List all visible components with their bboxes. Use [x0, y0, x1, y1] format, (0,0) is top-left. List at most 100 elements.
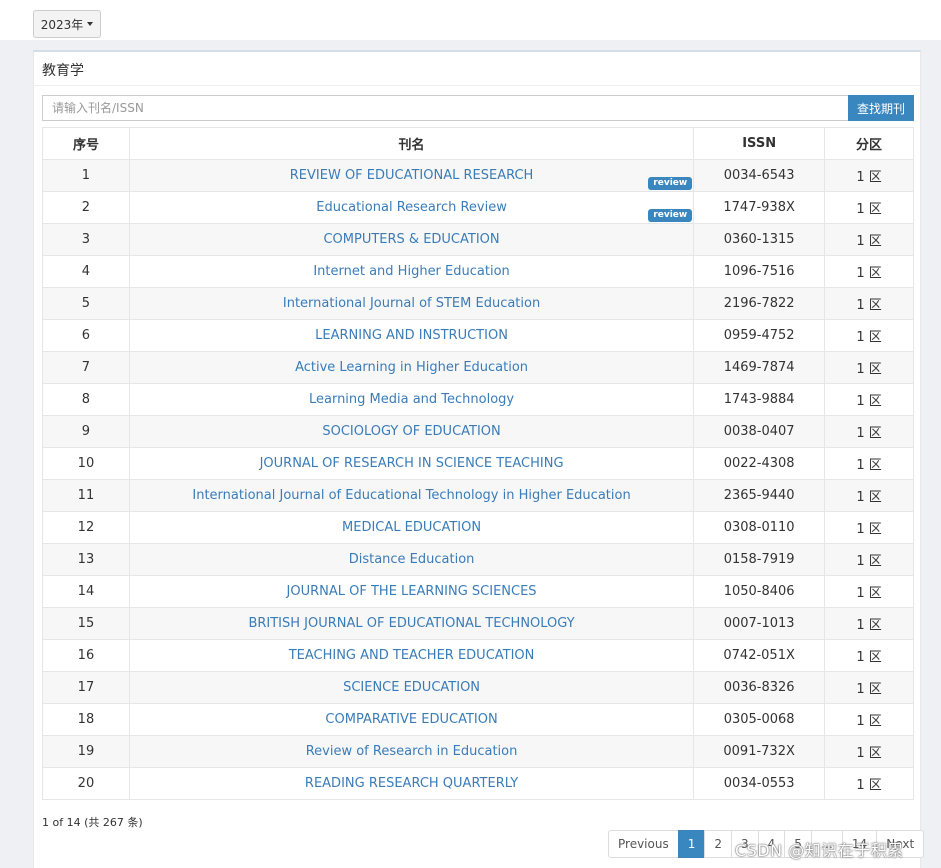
table-row: 3 COMPUTERS & EDUCATION 0360-1315 1 区	[42, 223, 914, 256]
pagination-previous-button[interactable]: Previous	[608, 830, 679, 858]
table-row: 16 TEACHING AND TEACHER EDUCATION 0742-051…	[42, 639, 914, 672]
table-row: 15 BRITISH JOURNAL OF EDUCATIONAL TECHNOL…	[42, 607, 914, 640]
cell-zone: 1 区	[824, 543, 914, 576]
cell-name: International Journal of STEM Education	[128, 287, 695, 320]
journal-link[interactable]: Active Learning in Higher Education	[295, 360, 528, 375]
cell-no: 2	[42, 191, 130, 224]
cell-no: 1	[42, 159, 130, 192]
cell-issn: 0034-6543	[693, 159, 826, 192]
cell-issn: 0038-0407	[693, 415, 826, 448]
cell-issn: 0007-1013	[693, 607, 826, 640]
cell-no: 17	[42, 671, 130, 704]
cell-zone: 1 区	[824, 767, 914, 800]
pagination-page-2[interactable]: 2	[704, 830, 732, 858]
cell-issn: 0305-0068	[693, 703, 826, 736]
cell-issn: 2365-9440	[693, 479, 826, 512]
table-body: 1 REVIEW OF EDUCATIONAL RESEARCH review 003…	[42, 159, 914, 800]
search-button[interactable]: 查找期刊	[848, 95, 914, 121]
journal-link[interactable]: Internet and Higher Education	[313, 264, 509, 279]
journal-link[interactable]: Educational Research Review	[316, 200, 507, 215]
journal-link[interactable]: Distance Education	[349, 552, 475, 567]
journal-link[interactable]: COMPUTERS & EDUCATION	[323, 232, 499, 247]
cell-issn: 1747-938X	[693, 191, 826, 224]
cell-no: 6	[42, 319, 130, 352]
table-row: 8 Learning Media and Technology 1743-9884 1…	[42, 383, 914, 416]
journal-link[interactable]: SOCIOLOGY OF EDUCATION	[322, 424, 500, 439]
cell-no: 18	[42, 703, 130, 736]
table-row: 7 Active Learning in Higher Education 1469…	[42, 351, 914, 384]
cell-zone: 1 区	[824, 511, 914, 544]
journal-link[interactable]: Learning Media and Technology	[309, 392, 514, 407]
panel-title: 教育学	[42, 63, 84, 79]
journal-link[interactable]: READING RESEARCH QUARTERLY	[305, 776, 518, 791]
header-zone[interactable]: 分区	[824, 127, 914, 160]
journal-link[interactable]: SCIENCE EDUCATION	[343, 680, 480, 695]
cell-zone: 1 区	[824, 607, 914, 640]
journal-link[interactable]: MEDICAL EDUCATION	[342, 520, 481, 535]
search-input[interactable]	[42, 95, 848, 121]
cell-no: 14	[42, 575, 130, 608]
journal-link[interactable]: REVIEW OF EDUCATIONAL RESEARCH	[290, 168, 534, 183]
journal-link[interactable]: International Journal of STEM Education	[283, 296, 540, 311]
cell-zone: 1 区	[824, 415, 914, 448]
cell-no: 13	[42, 543, 130, 576]
cell-issn: 0308-0110	[693, 511, 826, 544]
cell-name: SOCIOLOGY OF EDUCATION	[128, 415, 695, 448]
header-issn[interactable]: ISSN	[693, 127, 826, 160]
journal-link[interactable]: Review of Research in Education	[306, 744, 518, 759]
table-row: 20 READING RESEARCH QUARTERLY 0034-0553 1 区	[42, 767, 914, 800]
journal-link[interactable]: BRITISH JOURNAL OF EDUCATIONAL TECHNOLOG…	[248, 616, 574, 631]
cell-issn: 1469-7874	[693, 351, 826, 384]
header-no[interactable]: 序号	[42, 127, 130, 160]
cell-no: 4	[42, 255, 130, 288]
journal-link[interactable]: JOURNAL OF RESEARCH IN SCIENCE TEACHING	[260, 456, 564, 471]
table-header-row: 序号 刊名 ISSN 分区	[42, 127, 914, 160]
cell-issn: 0158-7919	[693, 543, 826, 576]
cell-zone: 1 区	[824, 703, 914, 736]
header-name[interactable]: 刊名	[128, 127, 695, 160]
pagination-info: 1 of 14 (共 267 条)	[42, 816, 143, 829]
cell-zone: 1 区	[824, 255, 914, 288]
cell-no: 3	[42, 223, 130, 256]
journal-link[interactable]: International Journal of Educational Tec…	[192, 488, 630, 503]
cell-no: 11	[42, 479, 130, 512]
cell-name: BRITISH JOURNAL OF EDUCATIONAL TECHNOLOG…	[128, 607, 695, 640]
cell-no: 16	[42, 639, 130, 672]
cell-zone: 1 区	[824, 351, 914, 384]
table-row: 4 Internet and Higher Education 1096-7516 1…	[42, 255, 914, 288]
journal-link[interactable]: LEARNING AND INSTRUCTION	[315, 328, 508, 343]
table-row: 19 Review of Research in Education 0091-73…	[42, 735, 914, 768]
table-row: 13 Distance Education 0158-7919 1 区	[42, 543, 914, 576]
cell-zone: 1 区	[824, 735, 914, 768]
journal-link[interactable]: TEACHING AND TEACHER EDUCATION	[289, 648, 535, 663]
cell-issn: 0360-1315	[693, 223, 826, 256]
journal-table: 序号 刊名 ISSN 分区 1 REVIEW OF EDUCATIONAL RES…	[42, 127, 914, 800]
cell-zone: 1 区	[824, 671, 914, 704]
table-row: 10 JOURNAL OF RESEARCH IN SCIENCE TEACHIN…	[42, 447, 914, 480]
cell-zone: 1 区	[824, 287, 914, 320]
journal-link[interactable]: JOURNAL OF THE LEARNING SCIENCES	[287, 584, 537, 599]
caret-down-icon	[87, 22, 94, 26]
journal-link[interactable]: COMPARATIVE EDUCATION	[325, 712, 497, 727]
cell-issn: 0034-0553	[693, 767, 826, 800]
year-dropdown[interactable]: 2023年	[33, 10, 101, 38]
cell-name: COMPARATIVE EDUCATION	[128, 703, 695, 736]
cell-name: COMPUTERS & EDUCATION	[128, 223, 695, 256]
cell-issn: 1743-9884	[693, 383, 826, 416]
table-row: 17 SCIENCE EDUCATION 0036-8326 1 区	[42, 671, 914, 704]
cell-no: 7	[42, 351, 130, 384]
table-row: 1 REVIEW OF EDUCATIONAL RESEARCH review 003…	[42, 159, 914, 192]
table-row: 12 MEDICAL EDUCATION 0308-0110 1 区	[42, 511, 914, 544]
cell-name: SCIENCE EDUCATION	[128, 671, 695, 704]
cell-name: Educational Research Review review	[128, 191, 695, 224]
cell-no: 8	[42, 383, 130, 416]
table-row: 2 Educational Research Review review 1747-9…	[42, 191, 914, 224]
journal-panel: 教育学 查找期刊 序号 刊名 ISSN 分区 1 REVIEW OF EDUCAT…	[33, 50, 925, 868]
cell-name: Active Learning in Higher Education	[128, 351, 695, 384]
table-row: 5 International Journal of STEM Education…	[42, 287, 914, 320]
review-badge: review	[648, 209, 693, 222]
cell-zone: 1 区	[824, 639, 914, 672]
pagination-page-1[interactable]: 1	[677, 830, 706, 858]
cell-name: International Journal of Educational Tec…	[128, 479, 695, 512]
cell-name: JOURNAL OF THE LEARNING SCIENCES	[128, 575, 695, 608]
